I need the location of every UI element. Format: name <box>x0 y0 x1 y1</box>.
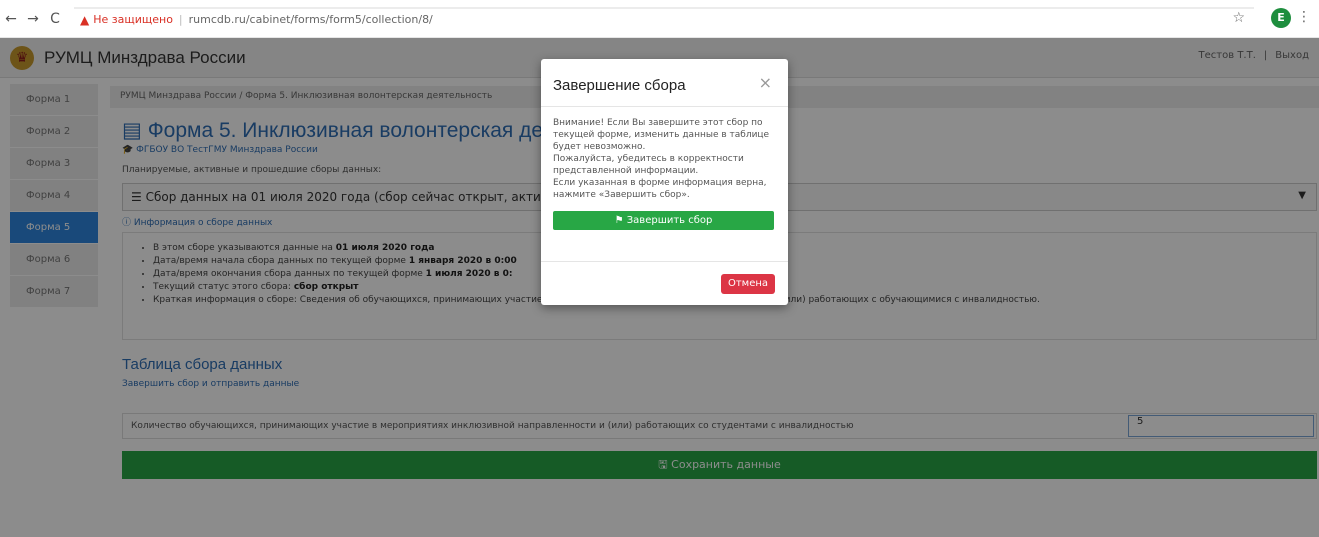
finish-collection-button[interactable]: ⚑ Завершить сбор <box>553 211 774 230</box>
cancel-button[interactable]: Отмена <box>721 274 775 294</box>
browser-toolbar: ← → C ▲ Не защищено | rumcdb.ru/cabinet/… <box>0 0 1319 38</box>
modal-confirm-text: Если указанная в форме информация верна,… <box>553 178 767 200</box>
finish-collection-modal: Завершение сбора × Внимание! Если Вы зав… <box>541 59 788 305</box>
modal-check-text: Пожалуйста, убедитесь в корректности пре… <box>553 154 744 176</box>
modal-warning-text: Внимание! Если Вы завершите этот сбор по… <box>553 118 770 152</box>
flag-icon: ⚑ <box>614 215 627 226</box>
back-icon[interactable]: ← <box>0 11 22 27</box>
modal-title: Завершение сбора <box>553 77 686 94</box>
modal-header: Завершение сбора × <box>541 59 788 107</box>
address-separator: | <box>178 13 183 26</box>
bookmark-star-icon[interactable]: ☆ <box>1232 10 1245 26</box>
modal-body: Внимание! Если Вы завершите этот сбор по… <box>541 107 788 230</box>
forward-icon[interactable]: → <box>22 11 44 27</box>
modal-message: Внимание! Если Вы завершите этот сбор по… <box>553 117 776 201</box>
url-text[interactable]: rumcdb.ru/cabinet/forms/form5/collection… <box>189 13 433 26</box>
profile-avatar[interactable]: E <box>1271 8 1291 28</box>
reload-icon[interactable]: C <box>44 11 66 27</box>
address-bar[interactable]: ▲ Не защищено | rumcdb.ru/cabinet/forms/… <box>74 6 1254 31</box>
warning-icon: ▲ <box>80 12 90 27</box>
finish-collection-label: Завершить сбор <box>626 215 713 226</box>
modal-footer: Отмена <box>541 261 788 305</box>
browser-menu-icon[interactable]: ⋮ <box>1297 9 1311 25</box>
security-label: Не защищено <box>93 13 173 26</box>
close-icon[interactable]: × <box>759 73 772 92</box>
